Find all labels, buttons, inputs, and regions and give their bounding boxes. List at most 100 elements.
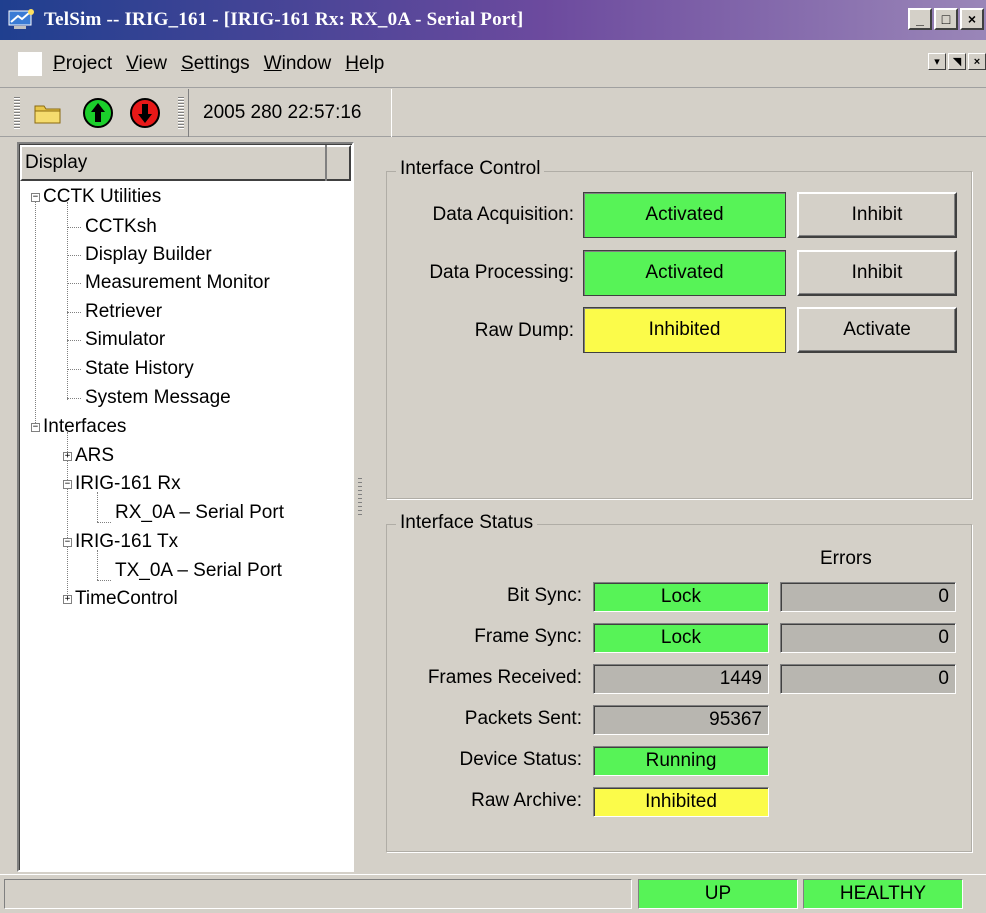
tree-connector bbox=[97, 522, 111, 523]
collapse-irig-rx-icon[interactable]: − bbox=[63, 480, 72, 489]
tree-column-header[interactable]: Display bbox=[20, 145, 351, 181]
data-acquisition-inhibit-button[interactable]: Inhibit bbox=[797, 192, 957, 238]
folder-icon bbox=[34, 105, 61, 124]
raw-archive-value: Inhibited bbox=[593, 787, 769, 817]
tree-connector bbox=[67, 398, 81, 399]
collapse-irig-tx-icon[interactable]: − bbox=[63, 538, 72, 547]
frame-sync-label: Frame Sync: bbox=[474, 626, 582, 647]
errors-column-header: Errors bbox=[820, 548, 872, 569]
tree-connector bbox=[97, 580, 111, 581]
interface-status-title: Interface Status bbox=[396, 512, 538, 534]
data-processing-label: Data Processing: bbox=[429, 262, 574, 283]
mdi-document-icon[interactable] bbox=[18, 51, 42, 76]
frames-received-errors: 0 bbox=[780, 664, 956, 694]
collapse-interfaces-icon[interactable]: − bbox=[31, 423, 40, 432]
menu-window[interactable]: Window bbox=[257, 53, 339, 75]
clock-timestamp: 2005 280 22:57:16 bbox=[203, 102, 362, 123]
data-acquisition-state: Activated bbox=[583, 192, 786, 238]
menu-bar: Project View Settings Window Help ▾ ◥ × bbox=[0, 40, 986, 88]
red-down-arrow-icon bbox=[130, 98, 160, 128]
tree-node-simulator[interactable]: Simulator bbox=[85, 329, 165, 351]
panel-splitter[interactable] bbox=[358, 478, 362, 518]
frame-sync-value: Lock bbox=[593, 623, 769, 653]
tree-node-rx-0a-serial-port[interactable]: RX_0A – Serial Port bbox=[115, 502, 284, 524]
menu-settings[interactable]: Settings bbox=[174, 53, 257, 75]
tree-body: − − + − − + CCTK Utilities CCTKsh Displa… bbox=[19, 182, 352, 870]
title-bar[interactable]: TelSim -- IRIG_161 - [IRIG-161 Rx: RX_0A… bbox=[0, 0, 986, 40]
frames-received-label: Frames Received: bbox=[427, 667, 582, 688]
toolbar: 2005 280 22:57:16 bbox=[0, 89, 986, 137]
tree-connector bbox=[67, 283, 81, 284]
tree-connector bbox=[97, 492, 98, 522]
open-folder-button[interactable] bbox=[30, 95, 66, 131]
bit-sync-errors: 0 bbox=[780, 582, 956, 612]
tree-connector bbox=[67, 369, 81, 370]
toolbar-grip[interactable] bbox=[14, 97, 20, 129]
packets-sent-label: Packets Sent: bbox=[464, 708, 582, 729]
telsim-app-icon[interactable] bbox=[8, 8, 36, 32]
data-processing-inhibit-button[interactable]: Inhibit bbox=[797, 250, 957, 296]
interface-control-title: Interface Control bbox=[396, 158, 545, 180]
tree-node-ars[interactable]: ARS bbox=[75, 445, 114, 467]
tree-node-cctksh[interactable]: CCTKsh bbox=[85, 216, 157, 238]
data-processing-state: Activated bbox=[583, 250, 786, 296]
menu-project[interactable]: Project bbox=[46, 53, 119, 75]
tree-node-display-builder[interactable]: Display Builder bbox=[85, 244, 212, 266]
tree-header-corner bbox=[325, 145, 349, 181]
tree-connector bbox=[97, 550, 98, 580]
close-button[interactable]: × bbox=[960, 8, 984, 30]
tree-connector bbox=[67, 227, 81, 228]
expand-timecontrol-icon[interactable]: + bbox=[63, 595, 72, 604]
data-acquisition-label: Data Acquisition: bbox=[432, 204, 574, 225]
clock-display: 2005 280 22:57:16 bbox=[188, 89, 392, 137]
tree-node-measurement-monitor[interactable]: Measurement Monitor bbox=[85, 272, 270, 294]
status-message-area bbox=[4, 879, 632, 909]
menu-view[interactable]: View bbox=[119, 53, 174, 75]
packets-sent-value: 95367 bbox=[593, 705, 769, 735]
toolbar-grip-2[interactable] bbox=[178, 97, 184, 129]
maximize-button[interactable]: □ bbox=[934, 8, 958, 30]
tree-connector bbox=[67, 202, 68, 400]
mdi-close-button[interactable]: × bbox=[968, 53, 986, 70]
minimize-button[interactable]: _ bbox=[908, 8, 932, 30]
stop-button[interactable] bbox=[127, 95, 163, 131]
raw-dump-label: Raw Dump: bbox=[474, 320, 574, 341]
green-up-arrow-icon bbox=[83, 98, 113, 128]
start-button[interactable] bbox=[80, 95, 116, 131]
tree-node-interfaces[interactable]: Interfaces bbox=[43, 416, 126, 438]
tree-connector bbox=[67, 340, 81, 341]
raw-archive-label: Raw Archive: bbox=[471, 790, 582, 811]
tree-node-system-message[interactable]: System Message bbox=[85, 387, 231, 409]
tree-connector bbox=[35, 198, 36, 427]
raw-dump-activate-button[interactable]: Activate bbox=[797, 307, 957, 353]
tree-node-irig-161-tx[interactable]: IRIG-161 Tx bbox=[75, 531, 178, 553]
mdi-minimize-button[interactable]: ▾ bbox=[928, 53, 946, 70]
window-title: TelSim -- IRIG_161 - [IRIG-161 Rx: RX_0A… bbox=[44, 9, 524, 30]
bit-sync-value: Lock bbox=[593, 582, 769, 612]
display-tree-panel[interactable]: Display − − + − − + CCTK Utilities CCTKs… bbox=[17, 142, 354, 872]
tree-node-timecontrol[interactable]: TimeControl bbox=[75, 588, 178, 610]
frames-received-value: 1449 bbox=[593, 664, 769, 694]
tree-node-tx-0a-serial-port[interactable]: TX_0A – Serial Port bbox=[115, 560, 282, 582]
raw-dump-state: Inhibited bbox=[583, 307, 786, 353]
tree-connector bbox=[67, 312, 81, 313]
frame-sync-errors: 0 bbox=[780, 623, 956, 653]
device-status-label: Device Status: bbox=[459, 749, 583, 770]
expand-ars-icon[interactable]: + bbox=[63, 452, 72, 461]
collapse-cctk-utilities-icon[interactable]: − bbox=[31, 193, 40, 202]
tree-connector bbox=[67, 255, 81, 256]
tree-header-label: Display bbox=[25, 152, 88, 173]
mdi-controls: ▾ ◥ × bbox=[928, 53, 986, 70]
tree-node-retriever[interactable]: Retriever bbox=[85, 301, 162, 323]
link-status-indicator: UP bbox=[638, 879, 798, 909]
health-status-indicator: HEALTHY bbox=[803, 879, 963, 909]
status-bar: UP HEALTHY bbox=[0, 874, 986, 913]
device-status-value: Running bbox=[593, 746, 769, 776]
tree-node-cctk-utilities[interactable]: CCTK Utilities bbox=[43, 186, 161, 208]
window-controls: _ □ × bbox=[908, 8, 984, 30]
tree-node-irig-161-rx[interactable]: IRIG-161 Rx bbox=[75, 473, 181, 495]
mdi-restore-button[interactable]: ◥ bbox=[948, 53, 966, 70]
bit-sync-label: Bit Sync: bbox=[507, 585, 582, 606]
menu-help[interactable]: Help bbox=[338, 53, 391, 75]
tree-node-state-history[interactable]: State History bbox=[85, 358, 194, 380]
